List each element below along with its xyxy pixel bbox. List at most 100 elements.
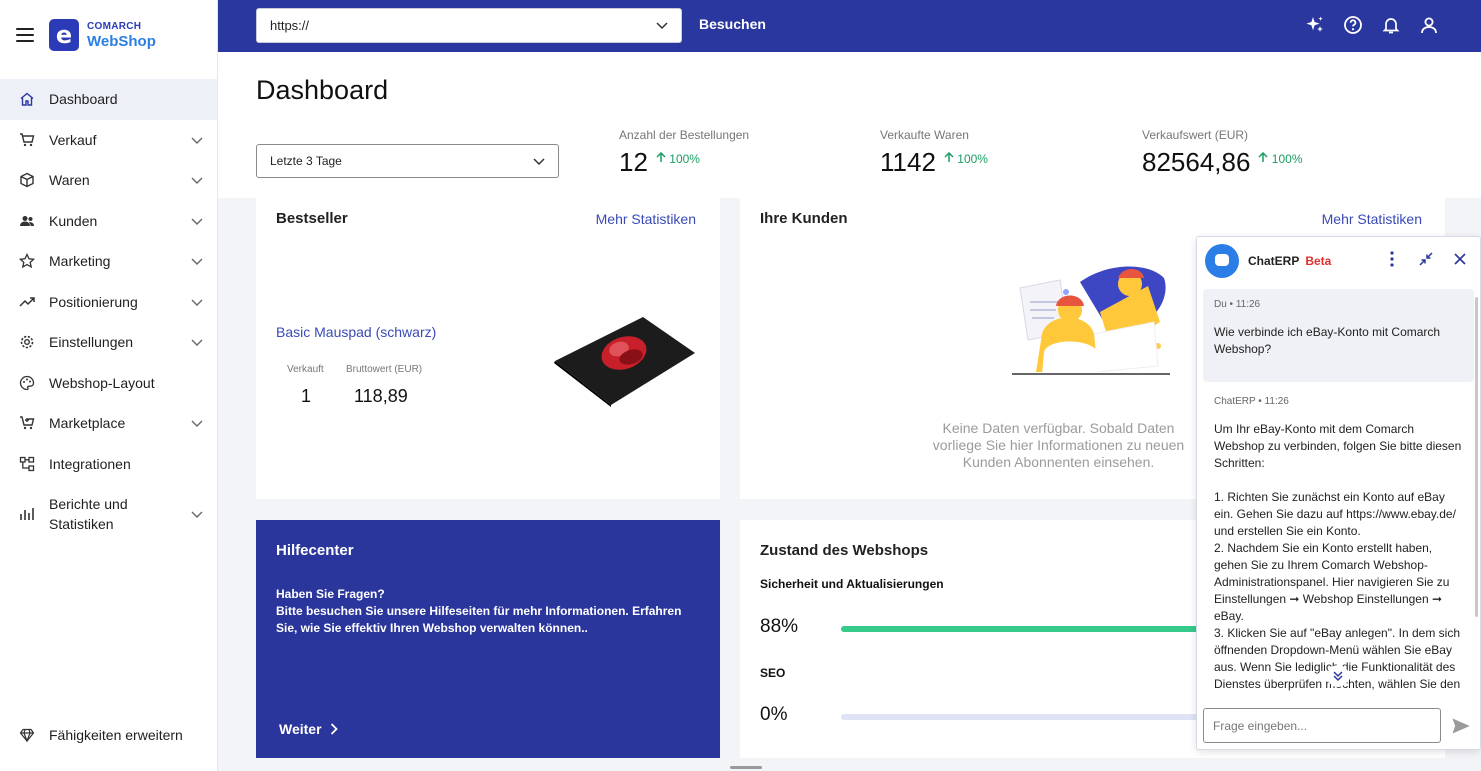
empty-state-illustration — [1012, 266, 1170, 375]
sidebar-item-marketplace[interactable]: Marketplace — [0, 403, 217, 444]
sidebar-item-kunden[interactable]: Kunden — [0, 201, 217, 242]
chat-messages[interactable]: Du • 11:26 Wie verbinde ich eBay-Konto m… — [1203, 289, 1474, 697]
chevron-right-icon — [330, 723, 338, 735]
chevron-down-icon — [191, 294, 203, 310]
chat-panel: ChatERP Beta Du • 11:26 Wie verbinde ich… — [1196, 236, 1481, 750]
chat-beta-badge: Beta — [1305, 254, 1332, 268]
bell-icon[interactable] — [1381, 15, 1401, 35]
minimize-icon[interactable] — [1418, 251, 1434, 267]
chat-input[interactable] — [1203, 708, 1441, 743]
logo-product: WebShop — [87, 32, 156, 50]
card-title: Hilfecenter — [276, 542, 354, 559]
progress-fill — [841, 626, 1246, 632]
chevron-down-icon — [191, 506, 203, 522]
sidebar-item-extend[interactable]: Fähigkeiten erweitern — [0, 715, 217, 756]
message-meta: Du • 11:26 — [1214, 299, 1261, 310]
sidebar-item-dashboard[interactable]: Dashboard — [0, 79, 217, 120]
kpi-change: 100% — [1258, 151, 1303, 166]
message-text: Um Ihr eBay-Konto mit dem Comarch Websho… — [1214, 422, 1462, 691]
chevron-down-icon — [191, 334, 203, 350]
shop-url-value: https:// — [270, 18, 310, 33]
trend-icon — [18, 293, 36, 311]
brand-bar: e COMARCH WebShop — [0, 0, 217, 70]
sidebar-item-positionierung[interactable]: Positionierung — [0, 282, 217, 323]
sidebar-item-label: Marketplace — [49, 415, 126, 432]
date-range-value: Letzte 3 Tage — [270, 154, 342, 168]
product-link[interactable]: Basic Mauspad (schwarz) — [276, 324, 436, 340]
menu-icon[interactable] — [16, 28, 34, 42]
chevron-down-icon — [191, 132, 203, 148]
arrow-up-icon — [1258, 151, 1268, 162]
logo-company: COMARCH — [87, 20, 142, 32]
card-title: Bestseller — [276, 210, 348, 227]
chat-name: ChatERP — [1248, 254, 1300, 268]
kpi-label: Verkaufte Waren — [880, 128, 969, 142]
scroll-down-icon[interactable] — [1327, 665, 1349, 687]
arrow-up-icon — [656, 151, 666, 162]
sidebar-item-label: Waren — [49, 172, 90, 189]
sidebar-item-webshop-layout[interactable]: Webshop-Layout — [0, 363, 217, 404]
sidebar-item-label: Kunden — [49, 212, 98, 229]
kpi-orders: Anzahl der Bestellungen 12 100% — [619, 128, 749, 178]
kpi-change-value: 100% — [669, 152, 700, 166]
logo[interactable]: e COMARCH WebShop — [49, 19, 156, 51]
gross-label: Bruttowert (EUR) — [346, 364, 423, 375]
sidebar-item-berichte[interactable]: Berichte und Statistiken — [0, 484, 217, 544]
chevron-down-icon — [191, 172, 203, 188]
close-icon[interactable] — [1452, 251, 1468, 267]
bot-message: ChatERP • 11:26 Um Ihr eBay-Konto mit de… — [1203, 382, 1474, 693]
resize-handle[interactable] — [730, 766, 762, 769]
sparkle-icon[interactable] — [1305, 15, 1325, 35]
kpi-label: Anzahl der Bestellungen — [619, 128, 750, 142]
sold-value: 1 — [301, 386, 312, 406]
chat-scrollbar[interactable] — [1475, 297, 1478, 617]
more-stats-link[interactable]: Mehr Statistiken — [1322, 211, 1422, 227]
user-icon[interactable] — [1419, 15, 1439, 35]
send-icon[interactable] — [1452, 718, 1470, 734]
sidebar-item-label: Dashboard — [49, 91, 118, 108]
message-text: Wie verbinde ich eBay-Konto mit Comarch … — [1214, 325, 1441, 356]
help-center-card: Hilfecenter Haben Sie Fragen? Bitte besu… — [256, 520, 720, 758]
card-title: Zustand des Webshops — [760, 542, 929, 559]
kpi-value: 12 — [619, 147, 648, 177]
sidebar-item-integrationen[interactable]: Integrationen — [0, 444, 217, 485]
more-stats-link[interactable]: Mehr Statistiken — [596, 211, 696, 227]
app-root: e COMARCH WebShop Dashboard Verkauf Ware… — [0, 0, 1481, 771]
date-range-select[interactable]: Letzte 3 Tage — [256, 144, 559, 178]
diamond-icon — [18, 726, 36, 744]
kpi-value: 82564,86 — [1142, 147, 1251, 177]
sidebar: e COMARCH WebShop Dashboard Verkauf Ware… — [0, 0, 218, 771]
kpi-change: 100% — [656, 151, 700, 166]
sidebar-item-verkauf[interactable]: Verkauf — [0, 120, 217, 161]
kpi-items-sold: Verkaufte Waren 1142 100% — [880, 128, 988, 178]
kpi-label: Verkaufswert (EUR) — [1142, 128, 1249, 142]
star-icon — [18, 252, 36, 270]
help-more-link[interactable]: Weiter — [279, 721, 338, 737]
sidebar-nav: Dashboard Verkauf Waren Kunden Marketing… — [0, 79, 217, 544]
home-icon — [18, 90, 36, 108]
chevron-down-icon — [655, 18, 669, 35]
bestseller-card: Bestseller Mehr Statistiken Basic Mauspa… — [256, 198, 720, 499]
help-question: Haben Sie Fragen? — [276, 587, 385, 601]
help-icon[interactable] — [1343, 15, 1363, 35]
chat-header: ChatERP Beta — [1197, 237, 1480, 285]
metric-label: Sicherheit und Aktualisierungen — [760, 577, 944, 591]
logo-mark: e — [49, 19, 79, 51]
user-message: Du • 11:26 Wie verbinde ich eBay-Konto m… — [1203, 289, 1474, 382]
kpi-change-value: 100% — [1271, 152, 1303, 166]
sidebar-item-einstellungen[interactable]: Einstellungen — [0, 322, 217, 363]
chevron-down-icon — [191, 415, 203, 431]
message-meta: ChatERP • 11:26 — [1214, 396, 1289, 407]
sidebar-item-label: Verkauf — [49, 131, 97, 148]
sidebar-item-waren[interactable]: Waren — [0, 160, 217, 201]
top-icons — [1305, 15, 1439, 35]
sidebar-item-label: Berichte und Statistiken — [49, 496, 128, 532]
kpi-change: 100% — [944, 151, 988, 166]
sidebar-item-marketing[interactable]: Marketing — [0, 241, 217, 282]
visit-button[interactable]: Besuchen — [699, 16, 766, 32]
more-vert-icon[interactable] — [1384, 251, 1400, 267]
shop-url-select[interactable]: https:// — [256, 8, 682, 43]
palette-icon — [18, 374, 36, 392]
kpi-change-value: 100% — [957, 152, 988, 166]
kpi-sales-value: Verkaufswert (EUR) 82564,86 100% — [1142, 128, 1303, 178]
